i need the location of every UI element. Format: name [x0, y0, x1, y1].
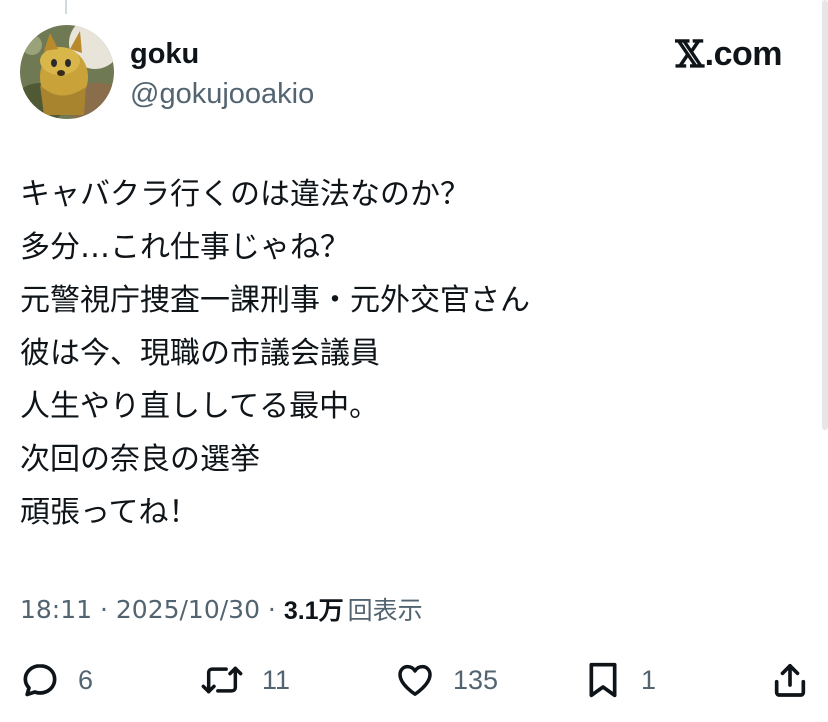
reply-button[interactable]: 6 [20, 654, 93, 706]
bookmark-button[interactable]: 1 [583, 654, 656, 706]
bookmark-count: 1 [641, 664, 657, 695]
author-display-name[interactable]: goku [130, 36, 199, 72]
brand-domain: .com [704, 34, 783, 73]
tweet-text-line: 頑張ってね！ [20, 495, 199, 530]
author-handle[interactable]: @gokujooakio [130, 76, 314, 112]
tweet-text-line: 人生やり直ししてる最中。 [20, 389, 380, 424]
x-com-logo: 𝕏 .com [675, 32, 782, 76]
repost-icon [201, 666, 243, 694]
tweet-metadata: 18:11 · 2025/10/30 · 3.1万 回表示 [20, 589, 423, 629]
tweet-text-line: 次回の奈良の選挙 [20, 442, 260, 477]
share-button[interactable] [770, 654, 810, 706]
bookmark-icon [589, 662, 617, 698]
views-label: 回表示 [347, 596, 423, 625]
scrollbar[interactable] [822, 0, 828, 430]
like-button[interactable]: 135 [395, 654, 498, 706]
tweet-text-line: 多分…これ仕事じゃね？ [20, 230, 350, 265]
reply-icon [23, 664, 57, 697]
thread-connector-line [65, 0, 67, 14]
reply-count: 6 [78, 664, 94, 695]
tweet-date[interactable]: 2025/10/30 [116, 595, 260, 624]
tweet-time[interactable]: 18:11 [20, 595, 92, 624]
tweet-text-line: 元警視庁捜査一課刑事・元外交官さん [20, 283, 530, 318]
action-bar: 6 11 135 1 [0, 654, 828, 706]
heart-icon [398, 664, 432, 696]
tweet-text: キャバクラ行くのは違法なのか？ 多分…これ仕事じゃね？ 元警視庁捜査一課刑事・元… [20, 168, 800, 539]
avatar[interactable] [20, 25, 114, 119]
tweet-text-line: キャバクラ行くのは違法なのか？ [20, 177, 470, 212]
meta-separator: · [92, 594, 116, 624]
repost-button[interactable]: 11 [200, 654, 290, 706]
avatar-image [20, 25, 114, 119]
share-icon [774, 664, 806, 697]
like-count: 135 [453, 664, 499, 695]
meta-separator: · [259, 594, 284, 624]
repost-count: 11 [262, 664, 291, 695]
x-logo-icon: 𝕏 [675, 32, 704, 76]
tweet-text-line: 彼は今、現職の市議会議員 [20, 336, 380, 371]
views-count[interactable]: 3.1万 [284, 591, 344, 627]
